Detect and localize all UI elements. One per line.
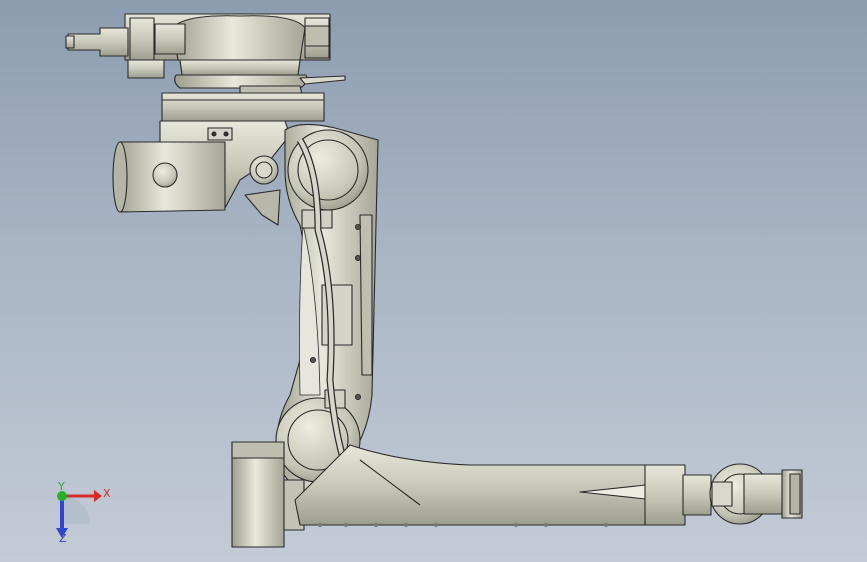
y-axis-label: Y: [58, 480, 65, 493]
forearm: [294, 444, 712, 527]
cad-viewport[interactable]: X Y Z: [0, 0, 867, 562]
orientation-triad: [56, 490, 102, 538]
robot-model[interactable]: [0, 0, 867, 562]
x-axis-label: X: [103, 487, 111, 500]
top-flange-assembly: [65, 13, 346, 95]
mounting-plate: [161, 92, 325, 122]
end-effector: [709, 463, 803, 525]
z-axis-label: Z: [59, 532, 67, 545]
upper-motor-assembly: [112, 120, 291, 226]
